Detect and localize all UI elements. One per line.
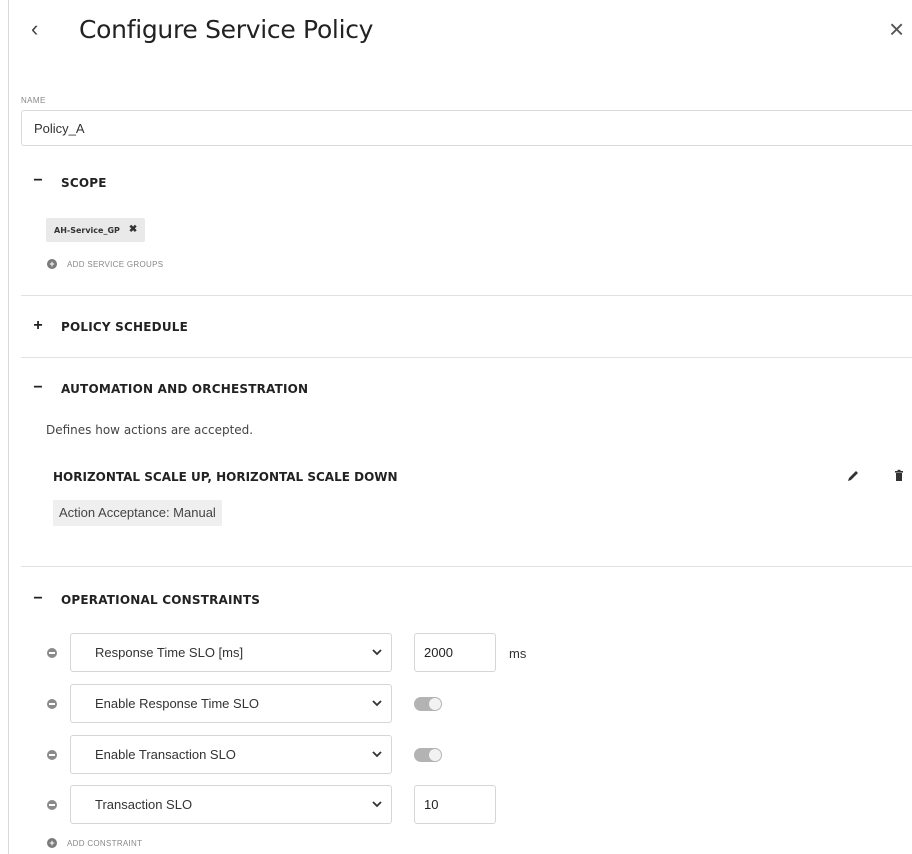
- add-circle-icon: +: [47, 838, 57, 848]
- automation-collapse-toggle[interactable]: −: [31, 380, 45, 397]
- enable-response-time-slo-toggle[interactable]: [414, 697, 442, 711]
- constraint-value-input[interactable]: [414, 633, 496, 672]
- policy-schedule-expand-toggle[interactable]: +: [31, 318, 45, 335]
- scope-chip-label: AH-Service_GP: [54, 225, 120, 235]
- chevron-down-icon: [372, 649, 382, 656]
- automation-section-title: AUTOMATION AND ORCHESTRATION: [61, 382, 309, 396]
- constraint-value-input[interactable]: [414, 785, 496, 824]
- constraint-select-value: Transaction SLO: [95, 797, 193, 812]
- name-field-label: NAME: [21, 96, 46, 105]
- scope-section-title: SCOPE: [61, 176, 107, 190]
- constraint-select[interactable]: Transaction SLO: [70, 785, 392, 824]
- chevron-down-icon: [372, 751, 382, 758]
- action-acceptance-tag: Action Acceptance: Manual: [53, 500, 222, 526]
- remove-constraint-icon[interactable]: [47, 648, 57, 658]
- configure-service-policy-panel: ‹ Configure Service Policy × NAME − SCOP…: [8, 0, 912, 854]
- constraint-select[interactable]: Response Time SLO [ms]: [70, 633, 392, 672]
- section-divider: [21, 295, 912, 296]
- scope-collapse-toggle[interactable]: −: [31, 173, 45, 190]
- remove-constraint-icon[interactable]: [47, 699, 57, 709]
- add-circle-icon: +: [47, 259, 57, 269]
- back-button[interactable]: ‹: [31, 14, 51, 44]
- constraint-unit-label: ms: [509, 646, 527, 661]
- add-constraint-button[interactable]: + ADD CONSTRAINT: [47, 838, 142, 848]
- toggle-knob: [429, 698, 441, 710]
- remove-constraint-icon[interactable]: [47, 800, 57, 810]
- add-service-groups-button[interactable]: + ADD SERVICE GROUPS: [47, 259, 163, 269]
- constraint-select-value: Enable Transaction SLO: [95, 747, 236, 762]
- close-button[interactable]: ×: [889, 14, 911, 44]
- trash-icon: [895, 469, 903, 481]
- constraint-select[interactable]: Enable Response Time SLO: [70, 684, 392, 723]
- policy-schedule-section-title[interactable]: POLICY SCHEDULE: [61, 320, 188, 334]
- add-service-groups-label: ADD SERVICE GROUPS: [67, 259, 164, 269]
- automation-rule-title: HORIZONTAL SCALE UP, HORIZONTAL SCALE DO…: [53, 470, 398, 484]
- scope-chip: AH-Service_GP ✖: [46, 218, 146, 242]
- page-title: Configure Service Policy: [79, 15, 374, 44]
- close-icon: ×: [889, 14, 905, 44]
- edit-rule-button[interactable]: [845, 468, 861, 484]
- chevron-down-icon: [372, 801, 382, 808]
- constraint-select[interactable]: Enable Transaction SLO: [70, 735, 392, 774]
- automation-description: Defines how actions are accepted.: [46, 423, 254, 437]
- constraints-collapse-toggle[interactable]: −: [31, 591, 45, 608]
- section-divider: [21, 357, 912, 358]
- constraints-section-title: OPERATIONAL CONSTRAINTS: [61, 593, 261, 607]
- add-constraint-label: ADD CONSTRAINT: [67, 838, 143, 848]
- constraint-select-value: Response Time SLO [ms]: [95, 645, 244, 660]
- chevron-down-icon: [372, 700, 382, 707]
- delete-rule-button[interactable]: [892, 468, 906, 484]
- chip-remove-icon[interactable]: ✖: [129, 225, 137, 235]
- pencil-icon: [848, 471, 858, 481]
- remove-constraint-icon[interactable]: [47, 750, 57, 760]
- name-input[interactable]: [21, 110, 912, 146]
- toggle-knob: [429, 749, 441, 761]
- section-divider: [21, 566, 912, 567]
- chevron-left-icon: ‹: [31, 16, 39, 41]
- enable-transaction-slo-toggle[interactable]: [414, 748, 442, 762]
- constraint-select-value: Enable Response Time SLO: [95, 696, 260, 711]
